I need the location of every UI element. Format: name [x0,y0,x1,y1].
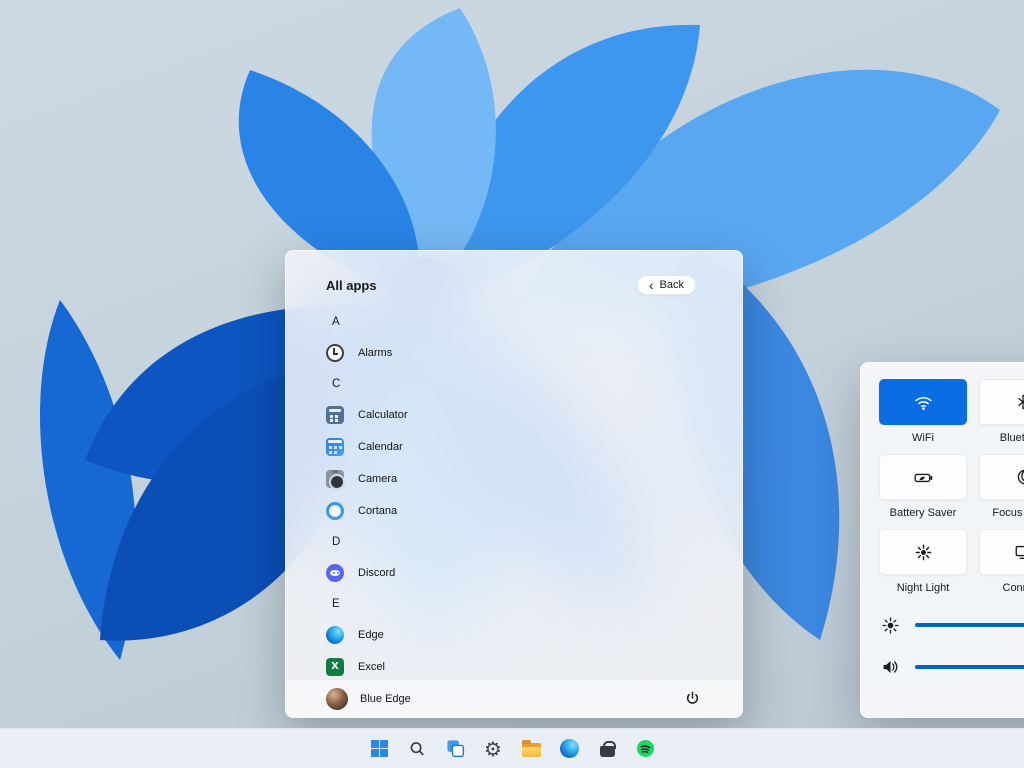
bluetooth-toggle[interactable] [979,379,1024,425]
quick-settings-sliders [879,610,1024,682]
user-profile-button[interactable]: Blue Edge [326,688,411,710]
avatar [326,688,348,710]
taskbar-task-view-button[interactable] [439,733,471,765]
edge-icon [326,626,344,644]
wifi-toggle[interactable] [879,379,967,425]
focus-assist-label: Focus assist [979,507,1024,519]
app-item-calculator[interactable]: Calculator [326,399,718,431]
task-view-icon [446,739,465,758]
taskbar-spotify-button[interactable] [629,733,661,765]
app-item-camera[interactable]: Camera [326,463,718,495]
app-item-discord[interactable]: Discord [326,557,718,589]
cortana-icon [326,502,344,520]
night-light-label: Night Light [879,582,967,594]
connect-label: Connect [979,582,1024,594]
power-button[interactable] [678,685,706,713]
sun-icon [881,616,900,635]
all-apps-title: All apps [326,278,377,293]
bluetooth-label: Bluetooth [979,432,1024,444]
brightness-slider[interactable] [915,623,1024,627]
app-item-alarms[interactable]: Alarms [326,337,718,369]
monitor-icon [1014,543,1024,561]
search-icon [408,740,426,758]
edge-icon [560,739,579,758]
connect-toggle[interactable] [979,529,1024,575]
calculator-icon [326,406,344,424]
calendar-icon [326,438,344,456]
camera-icon [326,470,344,488]
night-light-toggle[interactable] [879,529,967,575]
folder-icon [522,743,541,757]
app-label: Alarms [358,347,392,359]
volume-slider-row [879,652,1024,682]
discord-icon [326,564,344,582]
back-label: Back [660,279,684,291]
app-label: Discord [358,567,395,579]
volume-slider[interactable] [915,665,1024,669]
excel-icon [326,658,344,676]
battery-saver-icon [913,467,934,488]
store-bag-icon [600,746,615,757]
taskbar-settings-button[interactable]: ⚙ [477,733,509,765]
wifi-icon [913,392,934,413]
start-menu-header: All apps ‹ Back [286,251,742,295]
moon-icon [1014,468,1024,486]
gear-icon: ⚙ [484,734,502,764]
bluetooth-icon [1014,393,1024,411]
app-label: Camera [358,473,397,485]
section-letter-a[interactable]: A [332,307,718,337]
battery-saver-toggle[interactable] [879,454,967,500]
battery-saver-label: Battery Saver [879,507,967,519]
taskbar-search-button[interactable] [401,733,433,765]
start-menu-footer: Blue Edge [286,679,742,717]
power-icon [685,691,700,706]
app-label: Edge [358,629,384,641]
taskbar-store-button[interactable] [591,733,623,765]
section-letter-e[interactable]: E [332,589,718,619]
night-light-icon [914,543,933,562]
section-letter-d[interactable]: D [332,527,718,557]
app-item-cortana[interactable]: Cortana [326,495,718,527]
section-letter-c[interactable]: C [332,369,718,399]
alarms-icon [326,344,344,362]
quick-settings-panel: WiFi Bluetooth Battery Saver [860,362,1024,718]
taskbar-edge-button[interactable] [553,733,585,765]
taskbar: ⚙ [0,728,1024,768]
taskbar-start-button[interactable] [363,733,395,765]
speaker-icon [881,658,900,676]
app-label: Cortana [358,505,397,517]
windows-logo-icon [371,740,388,757]
start-menu-panel: All apps ‹ Back A Alarms C Calculator Ca… [285,250,743,718]
quick-settings-grid: WiFi Bluetooth Battery Saver [879,379,1024,594]
user-name: Blue Edge [360,693,411,705]
all-apps-list: A Alarms C Calculator Calendar Camera Co… [286,295,742,683]
wifi-label: WiFi [879,432,967,444]
app-label: Calendar [358,441,403,453]
brightness-slider-row [879,610,1024,640]
app-item-calendar[interactable]: Calendar [326,431,718,463]
back-button[interactable]: ‹ Back [637,275,696,295]
app-label: Excel [358,661,385,673]
chevron-left-icon: ‹ [649,280,654,290]
app-item-edge[interactable]: Edge [326,619,718,651]
spotify-icon [636,739,655,758]
taskbar-file-explorer-button[interactable] [515,733,547,765]
app-label: Calculator [358,409,408,421]
focus-assist-toggle[interactable] [979,454,1024,500]
